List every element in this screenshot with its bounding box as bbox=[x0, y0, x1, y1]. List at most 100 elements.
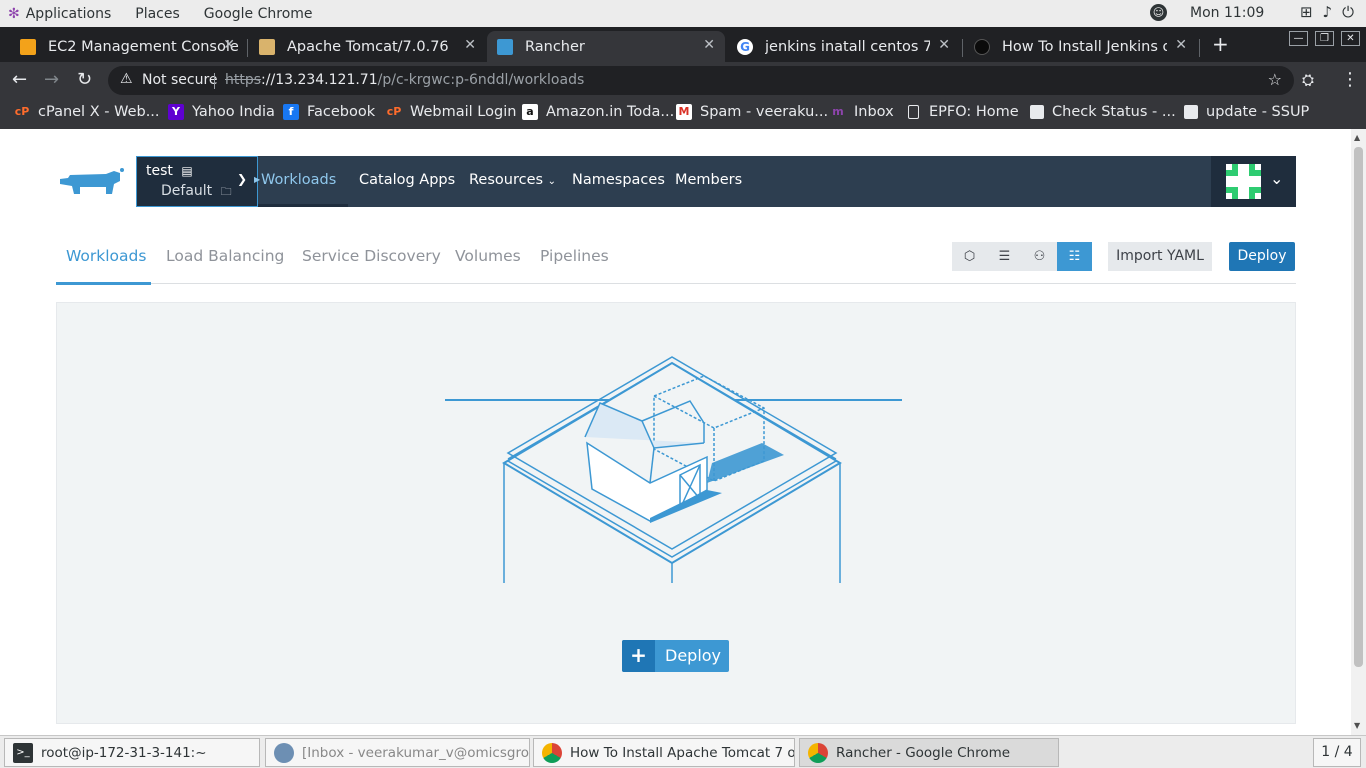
security-status[interactable]: Not secure bbox=[142, 72, 218, 88]
close-icon[interactable]: ✕ bbox=[938, 37, 950, 53]
bookmarks-bar: cP cPanel X - Web... Y Yahoo India f Facebo… bbox=[0, 98, 1366, 129]
nav-namespaces[interactable]: Namespaces bbox=[572, 172, 665, 188]
user-menu[interactable]: ⌄ bbox=[1211, 156, 1296, 207]
facebook-icon: f bbox=[283, 104, 299, 120]
volume-icon[interactable]: ♪ bbox=[1323, 3, 1333, 21]
browser-tab-jenkins[interactable]: How To Install Jenkins on ✕ bbox=[964, 31, 1197, 62]
close-icon[interactable]: ✕ bbox=[1175, 37, 1187, 53]
empty-state-panel: + Deploy bbox=[56, 302, 1296, 724]
window-list-taskbar: >_ root@ip-172-31-3-141:~ [Inbox - veera… bbox=[0, 735, 1366, 768]
back-icon[interactable]: ← bbox=[12, 69, 27, 90]
url-host: ://13.234.121.71 bbox=[261, 72, 378, 88]
bookmark-inbox[interactable]: m Inbox bbox=[830, 104, 893, 120]
view-node-icon[interactable]: ⬡ bbox=[952, 242, 987, 271]
nav-members[interactable]: Members bbox=[675, 172, 742, 188]
folder-icon: 🗀 bbox=[220, 185, 232, 198]
taskbar-item-thunderbird[interactable]: [Inbox - veerakumar_v@omicsgroup... bbox=[265, 738, 530, 767]
gnome-top-bar: ✻ Applications Places Google Chrome ☺ Mon… bbox=[0, 0, 1366, 27]
chevron-down-icon: ❯ bbox=[237, 172, 248, 186]
taskbar-item-chrome-rancher[interactable]: Rancher - Google Chrome bbox=[799, 738, 1059, 767]
browser-tab-google-search[interactable]: G jenkins inatall centos 7 - G ✕ bbox=[727, 31, 960, 62]
bookmark-spam[interactable]: M Spam - veeraku... bbox=[676, 104, 828, 120]
taskbar-item-chrome-tomcat[interactable]: How To Install Apache Tomcat 7 on... bbox=[533, 738, 795, 767]
deploy-button[interactable]: Deploy bbox=[1229, 242, 1295, 271]
power-icon[interactable]: ⏻ bbox=[1342, 3, 1354, 21]
bookmark-check-status[interactable]: Check Status - ... bbox=[1030, 104, 1176, 120]
scrollbar-thumb[interactable] bbox=[1354, 147, 1363, 667]
tab-divider bbox=[1199, 39, 1200, 57]
menu-kebab-icon[interactable]: ⋮ bbox=[1341, 69, 1359, 90]
bookmark-yahoo[interactable]: Y Yahoo India bbox=[168, 104, 275, 120]
scroll-up-icon[interactable]: ▲ bbox=[1354, 133, 1360, 142]
nav-workloads[interactable]: ▶ Workloads bbox=[254, 172, 336, 188]
triangle-icon: ▶ bbox=[254, 175, 261, 184]
bookmark-cpanel[interactable]: cP cPanel X - Web... bbox=[14, 104, 160, 120]
url-scheme: https bbox=[225, 72, 262, 88]
app-menu[interactable]: Google Chrome bbox=[204, 6, 313, 22]
page-scrollbar[interactable]: ▲ ▼ bbox=[1351, 129, 1366, 735]
gnome-foot-icon: ✻ bbox=[8, 5, 20, 22]
applications-menu[interactable]: ✻ Applications bbox=[8, 6, 111, 22]
nav-catalog-apps[interactable]: Catalog Apps bbox=[359, 172, 455, 188]
zoho-icon: m bbox=[832, 105, 844, 118]
browser-tab-ec2[interactable]: EC2 Management Console ✕ bbox=[10, 31, 245, 62]
accessibility-icon[interactable]: ☺ bbox=[1150, 4, 1167, 21]
browser-tab-tomcat[interactable]: Apache Tomcat/7.0.76 ✕ bbox=[249, 31, 486, 62]
reload-icon[interactable]: ↻ bbox=[77, 69, 92, 90]
close-icon[interactable]: ✕ bbox=[464, 37, 476, 53]
url-text[interactable]: https://13.234.121.71/p/c-krgwc:p-6nddl/… bbox=[225, 72, 584, 88]
deploy-workload-button[interactable]: + Deploy bbox=[622, 640, 729, 672]
workspace-indicator[interactable]: 1 / 4 bbox=[1313, 738, 1361, 767]
page-viewport: test ▤ Default 🗀 ❯ ▶ Workloads Catalog Ap… bbox=[0, 129, 1351, 735]
tab-pipelines[interactable]: Pipelines bbox=[540, 247, 609, 265]
browser-tab-rancher[interactable]: Rancher ✕ bbox=[487, 31, 725, 62]
maximize-icon[interactable]: ❐ bbox=[1315, 31, 1334, 46]
close-icon[interactable]: ✕ bbox=[223, 37, 235, 53]
bookmark-webmail[interactable]: cP Webmail Login bbox=[386, 104, 517, 120]
gmail-icon: M bbox=[676, 104, 692, 120]
omnibox-divider bbox=[214, 73, 215, 89]
terminal-icon: >_ bbox=[13, 742, 33, 763]
chevron-down-icon: ⌄ bbox=[1270, 169, 1284, 188]
tab-load-balancing[interactable]: Load Balancing bbox=[166, 247, 284, 265]
tab-volumes[interactable]: Volumes bbox=[455, 247, 521, 265]
incognito-icon[interactable]: ⛭ bbox=[1302, 71, 1314, 89]
bookmark-ssup[interactable]: update - SSUP bbox=[1184, 104, 1309, 120]
places-menu[interactable]: Places bbox=[135, 6, 180, 22]
cpanel-icon: cP bbox=[386, 105, 402, 118]
nav-active-indicator bbox=[258, 204, 348, 207]
tomcat-icon bbox=[259, 38, 275, 55]
network-icon[interactable]: ⊞ bbox=[1300, 3, 1313, 21]
close-icon[interactable]: ✕ bbox=[703, 37, 715, 53]
tab-workloads[interactable]: Workloads bbox=[66, 247, 146, 265]
tab-divider bbox=[962, 39, 963, 57]
bookmark-amazon[interactable]: a Amazon.in Toda... bbox=[522, 104, 674, 120]
bookmark-facebook[interactable]: f Facebook bbox=[283, 104, 375, 120]
view-tree-icon[interactable]: ☷ bbox=[1057, 242, 1092, 271]
subtab-active-indicator bbox=[56, 282, 151, 285]
project-name: test ▤ bbox=[146, 163, 193, 179]
bookmark-epfo[interactable]: EPFO: Home bbox=[906, 104, 1019, 120]
rancher-logo[interactable] bbox=[56, 156, 136, 207]
clock[interactable]: Mon 11:09 bbox=[1190, 5, 1264, 21]
view-group-icon[interactable]: ⚇ bbox=[1022, 242, 1057, 271]
site-icon bbox=[1030, 105, 1044, 119]
warning-icon[interactable]: ⚠ bbox=[120, 71, 133, 87]
scroll-down-icon[interactable]: ▼ bbox=[1354, 721, 1360, 730]
taskbar-item-terminal[interactable]: >_ root@ip-172-31-3-141:~ bbox=[4, 738, 260, 767]
address-bar[interactable]: ⚠ Not secure https://13.234.121.71/p/c-k… bbox=[108, 66, 1294, 95]
bookmark-star-icon[interactable]: ☆ bbox=[1268, 70, 1282, 89]
import-yaml-button[interactable]: Import YAML bbox=[1108, 242, 1212, 271]
new-tab-icon[interactable]: + bbox=[1212, 32, 1229, 56]
forward-icon[interactable]: → bbox=[44, 69, 59, 90]
view-list-icon[interactable]: ☰ bbox=[987, 242, 1022, 271]
close-window-icon[interactable]: ✕ bbox=[1341, 31, 1360, 46]
yahoo-icon: Y bbox=[168, 104, 184, 120]
tab-divider bbox=[247, 39, 248, 57]
tab-service-discovery[interactable]: Service Discovery bbox=[302, 247, 441, 265]
nav-resources[interactable]: Resources ⌄ bbox=[469, 172, 556, 188]
minimize-icon[interactable]: — bbox=[1289, 31, 1308, 46]
project-selector[interactable]: test ▤ Default 🗀 ❯ bbox=[136, 156, 258, 207]
barn-illustration bbox=[445, 356, 902, 583]
chrome-icon bbox=[808, 742, 828, 763]
